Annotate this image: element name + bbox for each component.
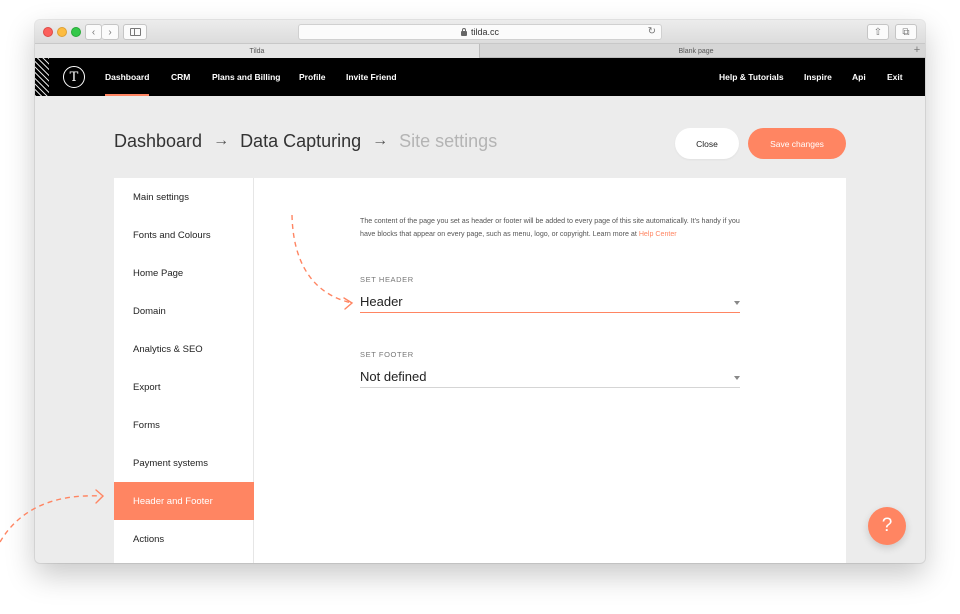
forward-icon[interactable]: › — [102, 24, 119, 40]
nav-inspire[interactable]: Inspire — [804, 58, 832, 96]
header-select[interactable]: Header — [360, 291, 740, 313]
sidebar-item-payment-systems[interactable]: Payment systems — [114, 444, 254, 482]
footer-select-value: Not defined — [360, 369, 427, 384]
sidebar-item-export[interactable]: Export — [114, 368, 254, 406]
browser-tab-blank[interactable]: Blank page — [480, 44, 912, 58]
nav-exit[interactable]: Exit — [887, 58, 903, 96]
chevron-down-icon — [734, 376, 740, 380]
sidebar-toggle-button[interactable] — [123, 24, 147, 40]
breadcrumb-separator: → — [372, 132, 389, 149]
header-select-value: Header — [360, 294, 403, 309]
tilda-logo[interactable]: T — [63, 66, 85, 88]
nav-invite-friend[interactable]: Invite Friend — [346, 58, 397, 96]
sidebar-item-header-and-footer[interactable]: Header and Footer — [114, 482, 254, 520]
address-bar[interactable]: tilda.cc ↻ — [298, 24, 662, 40]
sidebar-icon — [129, 28, 141, 36]
back-icon[interactable]: ‹ — [85, 24, 102, 40]
browser-toolbar: ‹ › tilda.cc ↻ ⇧ ⧉ — [35, 20, 925, 44]
sidebar-item-analytics-seo[interactable]: Analytics & SEO — [114, 330, 254, 368]
nav-help-tutorials[interactable]: Help & Tutorials — [719, 58, 784, 96]
top-navigation: T Dashboard CRM Plans and Billing Profil… — [35, 58, 925, 96]
browser-tab-tilda[interactable]: Tilda — [35, 44, 480, 58]
browser-window: ‹ › tilda.cc ↻ ⇧ ⧉ Tilda Blank page + T … — [35, 20, 925, 563]
set-footer-label: SET FOOTER — [360, 350, 414, 359]
close-button[interactable]: Close — [675, 128, 739, 159]
description-text: The content of the page you set as heade… — [360, 217, 740, 238]
new-tab-button[interactable]: + — [911, 44, 923, 58]
address-url: tilda.cc — [470, 27, 499, 37]
help-button[interactable]: ? — [868, 507, 906, 545]
tabs-overview-icon[interactable]: ⧉ — [895, 24, 917, 40]
nav-api[interactable]: Api — [852, 58, 866, 96]
chevron-down-icon — [734, 301, 740, 305]
sidebar-item-domain[interactable]: Domain — [114, 292, 254, 330]
set-header-label: SET HEADER — [360, 275, 414, 284]
decorative-stripe — [35, 58, 49, 96]
sidebar-item-actions[interactable]: Actions — [114, 520, 254, 558]
nav-profile[interactable]: Profile — [299, 58, 325, 96]
settings-sidebar: Main settings Fonts and Colours Home Pag… — [114, 178, 254, 563]
reload-icon[interactable]: ↻ — [648, 26, 656, 37]
lock-icon — [460, 27, 467, 36]
breadcrumb-dashboard[interactable]: Dashboard — [114, 131, 202, 152]
footer-select[interactable]: Not defined — [360, 366, 740, 388]
nav-plans-and-billing[interactable]: Plans and Billing — [212, 58, 280, 96]
sidebar-item-forms[interactable]: Forms — [114, 406, 254, 444]
save-changes-button[interactable]: Save changes — [748, 128, 846, 159]
help-center-link[interactable]: Help Center — [639, 230, 677, 238]
sidebar-item-main-settings[interactable]: Main settings — [114, 178, 254, 216]
close-window-button[interactable] — [43, 27, 53, 37]
nav-crm[interactable]: CRM — [171, 58, 190, 96]
breadcrumb: Dashboard → Data Capturing → Site settin… — [114, 128, 497, 154]
nav-dashboard[interactable]: Dashboard — [105, 58, 150, 96]
sidebar-item-home-page[interactable]: Home Page — [114, 254, 254, 292]
breadcrumb-separator: → — [213, 132, 230, 149]
zoom-window-button[interactable] — [71, 27, 81, 37]
breadcrumb-project[interactable]: Data Capturing — [240, 131, 361, 152]
breadcrumb-current: Site settings — [399, 130, 498, 151]
settings-panel: Main settings Fonts and Colours Home Pag… — [114, 178, 846, 563]
sidebar-item-fonts-and-colours[interactable]: Fonts and Colours — [114, 216, 254, 254]
share-icon[interactable]: ⇧ — [867, 24, 889, 40]
minimize-window-button[interactable] — [57, 27, 67, 37]
header-footer-description: The content of the page you set as heade… — [360, 215, 740, 241]
browser-tab-bar: Tilda Blank page + — [35, 44, 925, 58]
